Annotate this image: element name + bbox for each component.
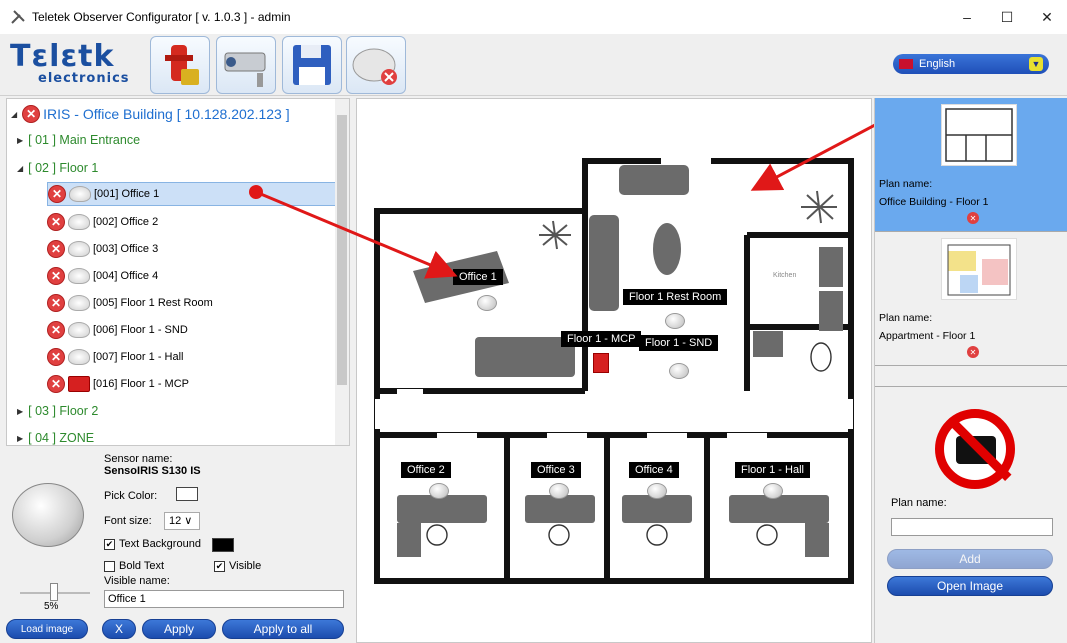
add-plan-button[interactable]: Add — [887, 549, 1053, 569]
no-image-icon — [935, 409, 1015, 489]
plan-item-appartment[interactable]: Plan name: Appartment - Floor 1 ✕ — [875, 232, 1067, 366]
plan-thumbnail — [941, 104, 1017, 166]
plan-name-value: Appartment - Floor 1 — [879, 330, 976, 342]
open-image-button[interactable]: Open Image — [887, 576, 1053, 596]
error-icon: ✕ — [967, 212, 979, 224]
plan-item-office-building[interactable]: Plan name: Office Building - Floor 1 ✕ — [875, 98, 1067, 232]
plan-name-input[interactable] — [891, 518, 1053, 536]
plan-name-value: Office Building - Floor 1 — [879, 196, 989, 208]
add-plan-panel: Plan name: Add Open Image — [875, 386, 1067, 643]
plan-name-label: Plan name: — [891, 497, 947, 509]
plans-panel: Plan name: Office Building - Floor 1 ✕ P… — [874, 98, 1067, 643]
error-icon: ✕ — [967, 346, 979, 358]
plan-thumbnail — [941, 238, 1017, 300]
plan-name-label: Plan name: — [879, 178, 933, 190]
plan-name-label: Plan name: — [879, 312, 933, 324]
